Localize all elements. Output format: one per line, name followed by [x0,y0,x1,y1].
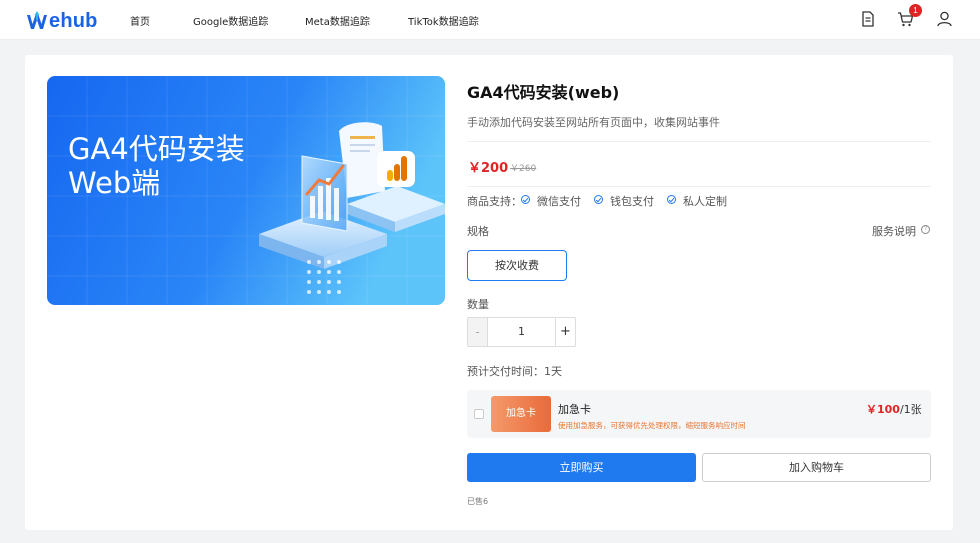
rush-card-name: 加急卡 [558,403,591,416]
product-title: GA4代码安装(web) [467,83,620,102]
add-to-cart-button[interactable]: 加入购物车 [702,453,931,482]
buy-now-button[interactable]: 立即购买 [467,453,696,482]
rush-card-price: ￥100/1张 [866,401,922,417]
wehub-logo[interactable]: ehub [26,8,98,34]
rush-price-amount: ￥100 [866,403,900,416]
rush-price-unit: /1张 [899,403,922,416]
quantity-stepper: - 1 + [467,317,576,347]
sold-count: 已售6 [467,497,489,506]
logo-w-mark [27,11,47,29]
product-description: 手动添加代码安装至网站所有页面中，收集网站事件 [467,116,720,129]
help-icon[interactable]: ? [921,225,930,234]
check-circle-icon [594,195,603,204]
support-label: 商品支持： [467,195,522,208]
nav-google-tracking[interactable]: Google数据追踪 [193,13,268,28]
rush-card-checkbox[interactable] [474,409,484,419]
support-wechat-pay: 微信支付 [537,195,581,208]
rush-card-thumbnail: 加急卡 [491,396,551,432]
quantity-input[interactable]: 1 [488,318,555,346]
product-original-price: ￥260 [510,164,537,174]
divider [467,186,931,187]
check-circle-icon [667,195,676,204]
user-icon[interactable] [937,11,952,27]
quantity-decrease-button[interactable]: - [468,318,488,346]
rush-card-description: 使用加急服务，可获得优先处理权限，缩短服务响应时间 [558,421,746,430]
product-price: ￥200 [468,161,509,176]
service-description-link[interactable]: 服务说明 [872,223,916,239]
support-custom: 私人定制 [683,195,727,208]
nav-tiktok-tracking[interactable]: TikTok数据追踪 [408,13,479,28]
top-navbar: ehub 首页 Google数据追踪 Meta数据追踪 TikTok数据追踪 1 [0,0,980,40]
divider [467,141,931,142]
banner-caption: GA4代码安装 Web端 [68,132,245,200]
spec-label: 规格 [467,225,489,238]
support-wallet-pay: 钱包支付 [610,195,654,208]
nav-meta-tracking[interactable]: Meta数据追踪 [305,13,370,28]
check-circle-icon [521,195,530,204]
banner-caption-line2: Web端 [68,166,161,200]
delivery-time: 预计交付时间：1天 [467,365,562,378]
quantity-label: 数量 [467,298,489,311]
logo-text: ehub [49,9,98,32]
banner-caption-line1: GA4代码安装 [68,132,245,166]
document-icon[interactable] [861,11,875,27]
spec-option-per-use[interactable]: 按次收费 [467,250,567,281]
cart-count-badge: 1 [909,4,922,17]
nav-home[interactable]: 首页 [130,13,150,28]
quantity-increase-button[interactable]: + [555,318,575,346]
